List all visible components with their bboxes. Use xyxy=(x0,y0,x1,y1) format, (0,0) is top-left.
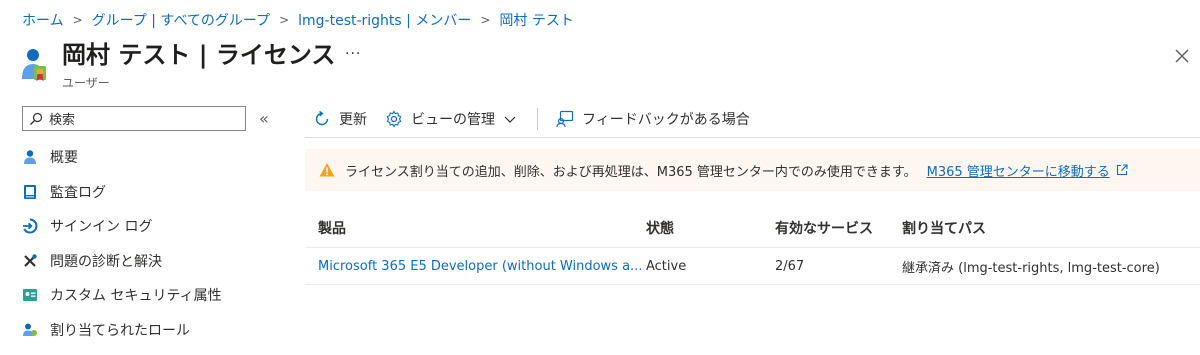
column-header-assignment-path[interactable]: 割り当てパス xyxy=(902,218,1200,238)
services-cell: 2/67 xyxy=(775,258,805,274)
wrench-icon xyxy=(22,253,38,269)
sidebar-item-diagnose[interactable]: 問題の診断と解決 xyxy=(22,244,272,279)
breadcrumb-user[interactable]: 岡村 テスト xyxy=(499,10,573,30)
log-icon xyxy=(22,184,38,200)
chevron-down-icon xyxy=(504,116,516,123)
sidebar-item-label: 割り当てられたロール xyxy=(50,322,190,339)
assignment-path-cell: 継承済み (lmg-test-rights, lmg-test-core) xyxy=(902,260,1160,276)
search-icon xyxy=(30,112,43,125)
user-icon xyxy=(22,149,38,165)
refresh-icon xyxy=(315,110,329,125)
product-link[interactable]: Microsoft 365 E5 Developer (without Wind… xyxy=(305,259,646,274)
breadcrumb-group-members[interactable]: lmg-test-rights | メンバー xyxy=(298,10,471,30)
feedback-icon xyxy=(556,110,574,127)
close-icon[interactable] xyxy=(1172,46,1192,66)
search-placeholder: 検索 xyxy=(49,113,76,128)
warning-message: ライセンス割り当ての追加、削除、および再処理は、M365 管理センター内でのみ使… xyxy=(345,164,917,180)
sidebar-item-label: サインイン ログ xyxy=(50,219,153,236)
breadcrumb-home[interactable]: ホーム xyxy=(22,10,64,30)
breadcrumb-groups[interactable]: グループ | すべてのグループ xyxy=(92,10,270,30)
external-link-icon[interactable] xyxy=(1116,164,1128,176)
sidebar-item-label: 問題の診断と解決 xyxy=(50,253,162,270)
status-cell: Active xyxy=(646,258,687,274)
column-header-status[interactable]: 状態 xyxy=(646,218,775,238)
sidebar-item-label: 監査ログ xyxy=(50,184,106,201)
sidebar-search-input[interactable]: 検索 xyxy=(22,106,246,131)
sidebar-item-custom-security[interactable]: カスタム セキュリティ属性 xyxy=(22,278,272,313)
chevron-right-icon: > xyxy=(279,13,290,27)
sidebar-item-overview[interactable]: 概要 xyxy=(22,140,272,175)
command-bar: 更新 ビューの管理 フィードバックがある場合 xyxy=(305,100,1200,138)
m365-admin-center-link[interactable]: M365 管理センターに移動する xyxy=(927,161,1110,180)
sidebar-item-label: カスタム セキュリティ属性 xyxy=(50,288,222,305)
chevron-right-icon: > xyxy=(480,13,491,27)
security-attributes-icon xyxy=(22,287,38,303)
sidebar-item-audit-logs[interactable]: 監査ログ xyxy=(22,175,272,210)
column-header-product[interactable]: 製品 xyxy=(305,218,646,238)
roles-icon xyxy=(22,322,38,338)
gear-icon xyxy=(386,109,402,128)
toolbar-divider xyxy=(537,107,538,130)
signin-icon xyxy=(22,218,38,234)
page-title: 岡村 テスト | ライセンス xyxy=(62,41,336,69)
refresh-button[interactable]: 更新 xyxy=(313,109,367,129)
column-header-services[interactable]: 有効なサービス xyxy=(775,218,902,238)
page-subtitle: ユーザー xyxy=(62,76,110,90)
manage-view-button[interactable]: ビューの管理 xyxy=(385,109,517,129)
chevron-right-icon: > xyxy=(72,13,83,27)
sidebar-item-label: 概要 xyxy=(50,150,78,167)
warning-banner: ライセンス割り当ての追加、削除、および再処理は、M365 管理センター内でのみ使… xyxy=(305,149,1200,191)
manage-view-label: ビューの管理 xyxy=(411,111,495,128)
licenses-table: 製品 状態 有効なサービス 割り当てパス Microsoft 365 E5 De… xyxy=(305,208,1200,285)
user-license-icon xyxy=(22,49,46,81)
table-row[interactable]: Microsoft 365 E5 Developer (without Wind… xyxy=(305,248,1200,285)
sidebar-item-assigned-roles[interactable]: 割り当てられたロール xyxy=(22,313,272,348)
page-header: 岡村 テスト | ライセンス ユーザー xyxy=(20,40,335,91)
sidebar-nav: 概要 監査ログ サインイン ログ 問題の診断と解決 カスタム セキュリティ属性 … xyxy=(22,140,272,347)
breadcrumb: ホーム > グループ | すべてのグループ > lmg-test-rights … xyxy=(22,10,574,30)
warning-icon xyxy=(319,163,335,177)
feedback-button[interactable]: フィードバックがある場合 xyxy=(556,109,750,129)
refresh-label: 更新 xyxy=(339,111,367,128)
table-header-row: 製品 状態 有効なサービス 割り当てパス xyxy=(305,208,1200,248)
feedback-label: フィードバックがある場合 xyxy=(582,111,750,128)
sidebar-item-signin-logs[interactable]: サインイン ログ xyxy=(22,209,272,244)
more-options-button[interactable]: ··· xyxy=(345,46,361,62)
collapse-sidebar-button[interactable]: « xyxy=(259,109,269,128)
